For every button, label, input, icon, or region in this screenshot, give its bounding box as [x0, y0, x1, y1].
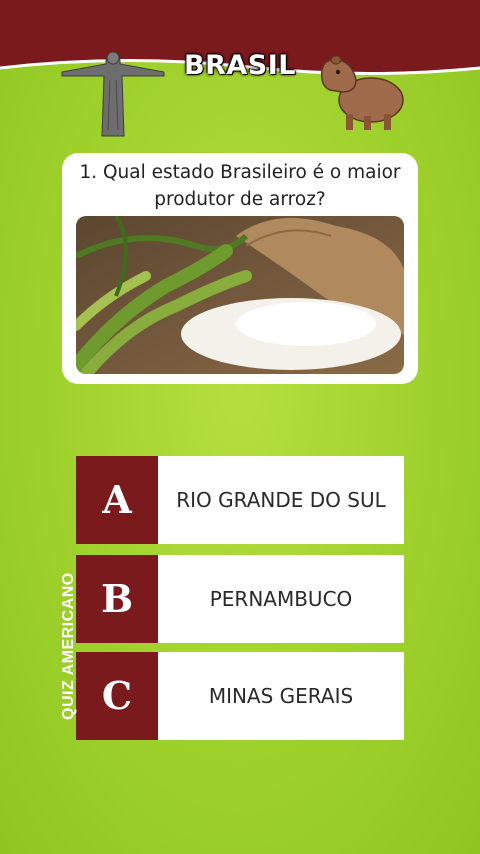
rice-photo	[76, 216, 404, 374]
answer-letter: B	[76, 555, 158, 643]
answer-option-a[interactable]: A RIO GRANDE DO SUL	[76, 456, 404, 544]
answer-option-c[interactable]: C MINAS GERAIS	[76, 652, 404, 740]
question-card: 1. Qual estado Brasileiro é o maior prod…	[62, 153, 418, 384]
question-text: 1. Qual estado Brasileiro é o maior prod…	[79, 162, 401, 210]
quiz-brand-label: QUIZ AMERICANO	[60, 572, 77, 720]
christ-the-redeemer-icon	[61, 51, 165, 137]
answer-letter: C	[76, 652, 158, 740]
answer-text: PERNAMBUCO	[158, 555, 404, 643]
answer-option-b[interactable]: B PERNAMBUCO	[76, 555, 404, 643]
answer-text: MINAS GERAIS	[158, 652, 404, 740]
answer-letter: A	[76, 456, 158, 544]
answer-text: RIO GRANDE DO SUL	[158, 456, 404, 544]
capybara-icon	[320, 55, 404, 130]
